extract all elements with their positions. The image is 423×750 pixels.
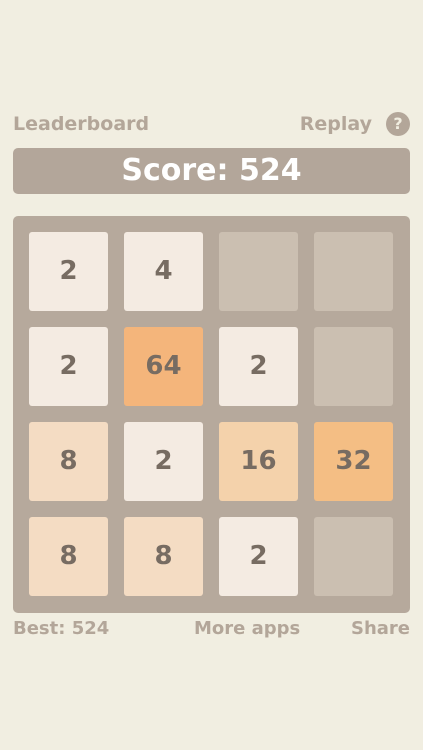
game-board[interactable]: 2 4 2 64 2 8 2 16 32 8 8 2 [13, 216, 410, 613]
tile-16: 16 [219, 422, 298, 501]
empty-tile [219, 232, 298, 311]
replay-button[interactable]: Replay [300, 110, 372, 138]
tile-2: 2 [124, 422, 203, 501]
help-icon[interactable]: ? [386, 112, 410, 136]
leaderboard-button[interactable]: Leaderboard [13, 110, 149, 138]
top-bar: Leaderboard Replay ? [13, 110, 410, 138]
tile-2: 2 [219, 517, 298, 596]
tile-2: 2 [219, 327, 298, 406]
best-score: Best: 524 [13, 618, 110, 639]
score-display: Score: 524 [13, 148, 410, 194]
share-button[interactable]: Share [351, 616, 410, 642]
tile-64: 64 [124, 327, 203, 406]
tile-8: 8 [29, 422, 108, 501]
tile-8: 8 [29, 517, 108, 596]
empty-tile [314, 517, 393, 596]
empty-tile [314, 327, 393, 406]
tile-4: 4 [124, 232, 203, 311]
tile-32: 32 [314, 422, 393, 501]
tile-2: 2 [29, 327, 108, 406]
empty-tile [314, 232, 393, 311]
tile-2: 2 [29, 232, 108, 311]
tile-8: 8 [124, 517, 203, 596]
bottom-bar: Best: 524 More apps Share [13, 616, 410, 642]
more-apps-button[interactable]: More apps [194, 616, 300, 642]
